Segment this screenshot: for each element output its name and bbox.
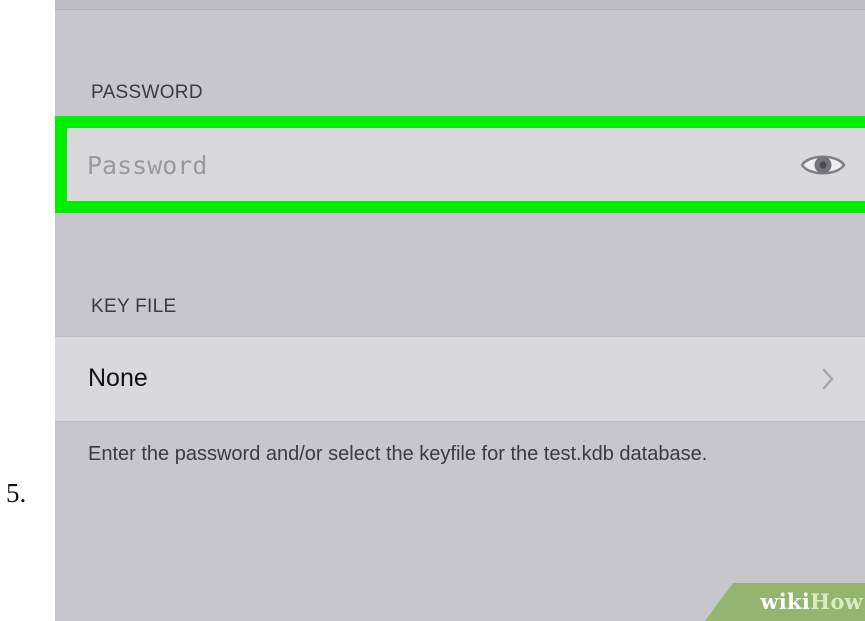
password-section-header: PASSWORD: [91, 82, 203, 103]
password-input[interactable]: [87, 142, 767, 188]
chevron-right-icon: [821, 367, 835, 391]
helper-text: Enter the password and/or select the key…: [88, 443, 708, 465]
keyfile-value: None: [88, 364, 148, 392]
step-number: 5.: [6, 478, 27, 508]
keyfile-section-header: KEY FILE: [91, 296, 177, 317]
password-highlight-frame: [55, 116, 865, 213]
keyfile-row[interactable]: None: [55, 336, 865, 422]
login-screen: PASSWORD KEY FILE None Enter the passwor…: [55, 0, 865, 621]
password-field-row[interactable]: [67, 128, 865, 201]
wikihow-watermark: wikiHow: [705, 583, 865, 621]
watermark-how: How: [810, 589, 863, 614]
watermark-text: wikiHow: [760, 589, 863, 614]
watermark-wiki: wiki: [760, 589, 811, 614]
top-divider: [55, 0, 865, 10]
eye-icon[interactable]: [800, 150, 846, 180]
